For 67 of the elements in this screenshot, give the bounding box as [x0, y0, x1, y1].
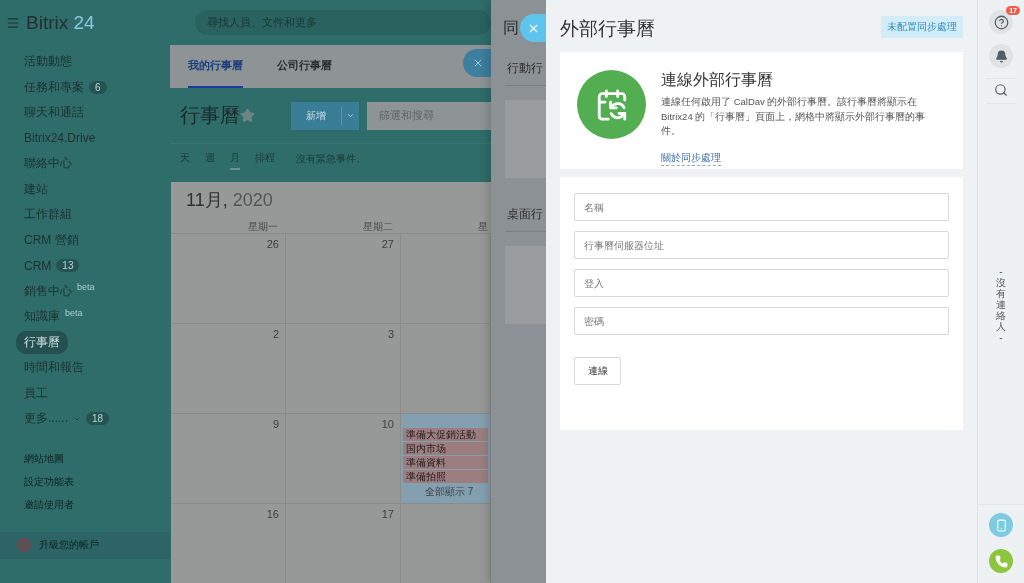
close-button[interactable]	[463, 49, 491, 77]
show-all-link[interactable]: 全部顯示 7	[403, 485, 488, 499]
day-number: 3	[387, 328, 395, 340]
day-cell[interactable]: 26	[171, 234, 286, 324]
star-icon[interactable]	[240, 108, 255, 123]
day-cell[interactable]: 16	[171, 504, 286, 583]
page-title: 行事曆	[180, 103, 240, 128]
help-icon	[993, 14, 1009, 30]
add-button[interactable]: 新增	[291, 101, 359, 130]
sidebar-item[interactable]: 工作群組	[24, 206, 72, 224]
day-number: 17	[381, 508, 395, 520]
input-field[interactable]: 行事曆伺服器位址	[574, 231, 949, 259]
notification-button[interactable]	[989, 44, 1013, 68]
sidebar-link[interactable]: 設定功能表	[24, 474, 170, 489]
intro-text: 連線任何啟用了 CalDav 的外部行事曆。該行事曆將顯示在 Bitrix24 的「行事曆」頁面上，網格中將顯示外部行事曆的事件。	[661, 95, 927, 139]
sidebar-item[interactable]: 更多......	[24, 410, 68, 428]
beta-label: beta	[77, 282, 95, 293]
sidebar-item[interactable]: CRM	[24, 258, 52, 273]
day-number: 9	[272, 418, 280, 430]
connect-button[interactable]: 連線	[574, 357, 621, 385]
day-number: 10	[381, 418, 395, 430]
phone-device-icon[interactable]	[989, 513, 1013, 537]
sidebar-item[interactable]: 任務和專案	[24, 78, 84, 96]
sidebar-item[interactable]: 行事曆	[16, 330, 68, 354]
close-button[interactable]	[520, 14, 546, 42]
phone-icon[interactable]	[989, 549, 1013, 573]
tab[interactable]: 公司行事曆	[277, 45, 332, 88]
day-number: 27	[381, 238, 395, 250]
input-field[interactable]: 登入	[574, 269, 949, 297]
day-cell[interactable]: 27	[286, 234, 401, 324]
input-field[interactable]: 密碼	[574, 307, 949, 335]
event[interactable]: 準備拍照	[403, 470, 488, 483]
status-badge: 未配置同步處理	[881, 16, 963, 38]
search-button[interactable]	[986, 78, 1016, 104]
event[interactable]: 準備資料	[403, 456, 488, 469]
count-badge: 18	[86, 412, 110, 426]
count-badge: 6	[89, 80, 107, 94]
day-cell[interactable]: 17	[286, 504, 401, 583]
logo: Bitrix 24	[26, 11, 95, 34]
day-cell[interactable]: 2	[171, 324, 286, 414]
sync-link[interactable]: 關於同步處理	[661, 152, 721, 167]
sidebar-item[interactable]: 知識庫	[24, 308, 60, 326]
day-cell[interactable]: 準備大促銷活動 国内市场 準備資料 準備拍照 全部顯示 7	[401, 414, 491, 504]
caret-icon	[346, 111, 355, 120]
input-field[interactable]: 名稱	[574, 193, 949, 221]
month-title: 11月, 2020	[185, 189, 273, 212]
close-icon	[472, 57, 484, 69]
event[interactable]: 準備大促銷活動	[403, 428, 488, 441]
search-icon	[994, 83, 1008, 97]
event[interactable]: 国内市场	[403, 442, 488, 455]
day-cell[interactable]: 9	[171, 414, 286, 504]
day-number: 2	[272, 328, 280, 340]
sidebar-link[interactable]: 邀請使用者	[24, 497, 170, 512]
count-badge: 13	[56, 259, 80, 273]
menu-icon[interactable]	[6, 15, 20, 30]
day-cell[interactable]: 3	[286, 324, 401, 414]
crown-icon	[17, 538, 31, 552]
day-number: 26	[266, 238, 280, 250]
sidebar-item[interactable]: 建站	[24, 180, 48, 198]
sidebar-item[interactable]: Bitrix24.Drive	[24, 131, 96, 146]
bell-icon	[994, 49, 1008, 63]
panel-title: 同	[503, 18, 519, 38]
panel-title: 外部行事曆	[560, 17, 655, 41]
tab[interactable]: 我的行事曆	[188, 45, 243, 88]
beta-label: beta	[65, 307, 83, 318]
empty-contacts-text: - 沒有連絡人 -	[996, 265, 1006, 343]
day-number: 16	[266, 508, 280, 520]
